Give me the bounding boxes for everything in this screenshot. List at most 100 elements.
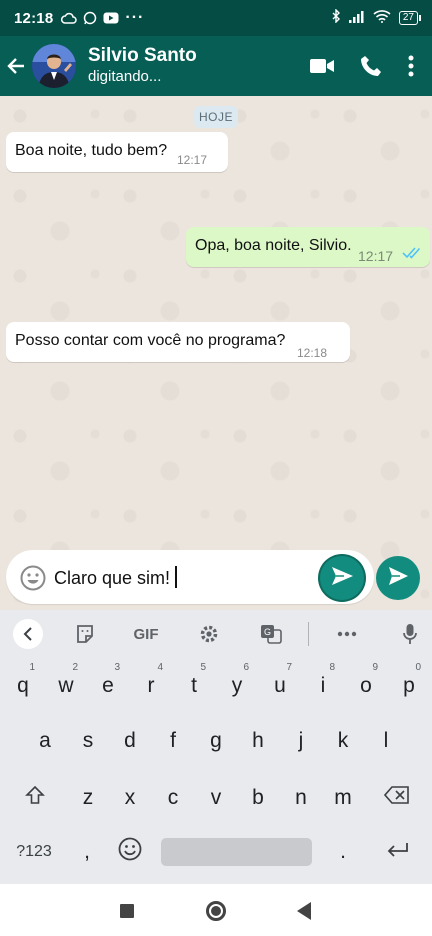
- more-vert-icon[interactable]: [408, 55, 414, 77]
- video-call-icon[interactable]: [310, 58, 334, 74]
- key-a[interactable]: a: [24, 713, 66, 768]
- key-x[interactable]: x: [109, 770, 151, 825]
- read-receipt-icon: [402, 246, 424, 264]
- message-time: 12:17: [177, 153, 208, 167]
- key-y[interactable]: y6: [216, 658, 258, 713]
- key-g[interactable]: g: [195, 713, 237, 768]
- typing-status: digitando...: [88, 68, 162, 85]
- status-bar: 12:18 ··· 27: [0, 0, 432, 36]
- backspace-key[interactable]: [372, 770, 422, 825]
- key-b[interactable]: b: [237, 770, 279, 825]
- key-hint: 4: [157, 662, 163, 673]
- key-p[interactable]: p0: [388, 658, 430, 713]
- message-text: Posso contar com você no programa?: [15, 332, 286, 349]
- symbols-key[interactable]: ?123: [8, 824, 60, 879]
- recents-icon[interactable]: [120, 904, 134, 918]
- key-label: w: [58, 673, 74, 697]
- gif-button[interactable]: GIF: [128, 620, 164, 648]
- avatar[interactable]: [32, 44, 76, 88]
- key-hint: 5: [200, 662, 206, 673]
- key-hint: 3: [114, 662, 120, 673]
- message-incoming[interactable]: Posso contar com você no programa? 12:18: [6, 322, 350, 362]
- message-time: 12:18: [297, 346, 328, 360]
- send-button-alt[interactable]: [320, 556, 364, 600]
- message-composer[interactable]: Claro que sim!: [6, 550, 374, 604]
- key-label: q: [17, 673, 29, 697]
- shift-icon: [25, 785, 45, 811]
- contact-info[interactable]: Silvio Santo digitando...: [88, 45, 197, 87]
- message-input-value: Claro que sim!: [54, 568, 171, 588]
- svg-text:G: G: [264, 627, 271, 637]
- gear-icon[interactable]: [196, 620, 222, 648]
- key-comma[interactable]: ,: [66, 824, 108, 879]
- chat-area[interactable]: HOJE Boa noite, tudo bem? 12:17 Opa, boa…: [0, 96, 432, 610]
- message-incoming[interactable]: Boa noite, tudo bem? 12:17: [6, 132, 228, 172]
- message-text: Opa, boa noite, Silvio.: [195, 237, 352, 254]
- key-hint: 1: [29, 662, 35, 673]
- key-e[interactable]: e3: [87, 658, 129, 713]
- key-t[interactable]: t5: [173, 658, 215, 713]
- emoji-key[interactable]: [108, 824, 152, 879]
- message-text: Boa noite, tudo bem?: [15, 142, 168, 159]
- message-input[interactable]: Claro que sim!: [54, 566, 178, 589]
- translate-icon[interactable]: G: [258, 620, 284, 648]
- key-hint: 8: [329, 662, 335, 673]
- send-button[interactable]: [376, 556, 420, 600]
- keyboard-row-3: z x c v b n m: [0, 770, 432, 825]
- text-caret: [175, 566, 178, 588]
- key-hint: 0: [415, 662, 421, 673]
- emoji-icon: [118, 837, 142, 867]
- status-time: 12:18: [14, 9, 54, 27]
- system-nav-bar: [0, 884, 432, 936]
- key-s[interactable]: s: [67, 713, 109, 768]
- signal-icon: [348, 10, 365, 27]
- emoji-icon[interactable]: [20, 565, 46, 591]
- key-label: i: [320, 673, 326, 697]
- key-v[interactable]: v: [195, 770, 237, 825]
- key-k[interactable]: k: [322, 713, 364, 768]
- more-horiz-icon[interactable]: [334, 620, 360, 648]
- key-c[interactable]: c: [152, 770, 194, 825]
- key-hint: 6: [243, 662, 249, 673]
- cloud-icon: [61, 12, 78, 24]
- message-outgoing[interactable]: Opa, boa noite, Silvio. 12:17: [186, 227, 430, 267]
- sticker-icon[interactable]: [72, 620, 98, 648]
- key-label: u: [274, 673, 286, 697]
- key-hint: 9: [372, 662, 378, 673]
- send-icon: [387, 566, 409, 591]
- key-r[interactable]: r4: [130, 658, 172, 713]
- key-i[interactable]: i8: [302, 658, 344, 713]
- bluetooth-icon: [331, 8, 341, 27]
- whatsapp-icon: [83, 11, 97, 25]
- enter-key[interactable]: [374, 824, 422, 879]
- key-hint: 7: [286, 662, 292, 673]
- key-period[interactable]: .: [322, 824, 364, 879]
- space-key[interactable]: [161, 838, 312, 866]
- key-w[interactable]: w2: [45, 658, 87, 713]
- key-q[interactable]: q1: [2, 658, 44, 713]
- key-d[interactable]: d: [109, 713, 151, 768]
- key-l[interactable]: l: [365, 713, 407, 768]
- date-chip: HOJE: [194, 106, 238, 128]
- mic-icon[interactable]: [398, 620, 422, 648]
- toolbar-divider: [308, 622, 309, 646]
- key-z[interactable]: z: [67, 770, 109, 825]
- home-icon[interactable]: [206, 901, 226, 921]
- key-u[interactable]: u7: [259, 658, 301, 713]
- key-label: r: [147, 673, 155, 697]
- key-o[interactable]: o9: [345, 658, 387, 713]
- chevron-left-icon[interactable]: [13, 619, 43, 649]
- battery-icon: 27: [398, 11, 422, 25]
- phone-call-icon[interactable]: [360, 55, 382, 77]
- nav-back-icon[interactable]: [297, 902, 311, 920]
- back-arrow-icon[interactable]: [0, 56, 32, 76]
- key-label: p: [403, 673, 415, 697]
- key-j[interactable]: j: [280, 713, 322, 768]
- key-m[interactable]: m: [322, 770, 364, 825]
- shift-key[interactable]: [14, 770, 56, 825]
- key-h[interactable]: h: [237, 713, 279, 768]
- youtube-icon: [103, 12, 119, 24]
- keyboard-row-2: a s d f g h j k l: [0, 713, 432, 768]
- key-f[interactable]: f: [152, 713, 194, 768]
- key-n[interactable]: n: [280, 770, 322, 825]
